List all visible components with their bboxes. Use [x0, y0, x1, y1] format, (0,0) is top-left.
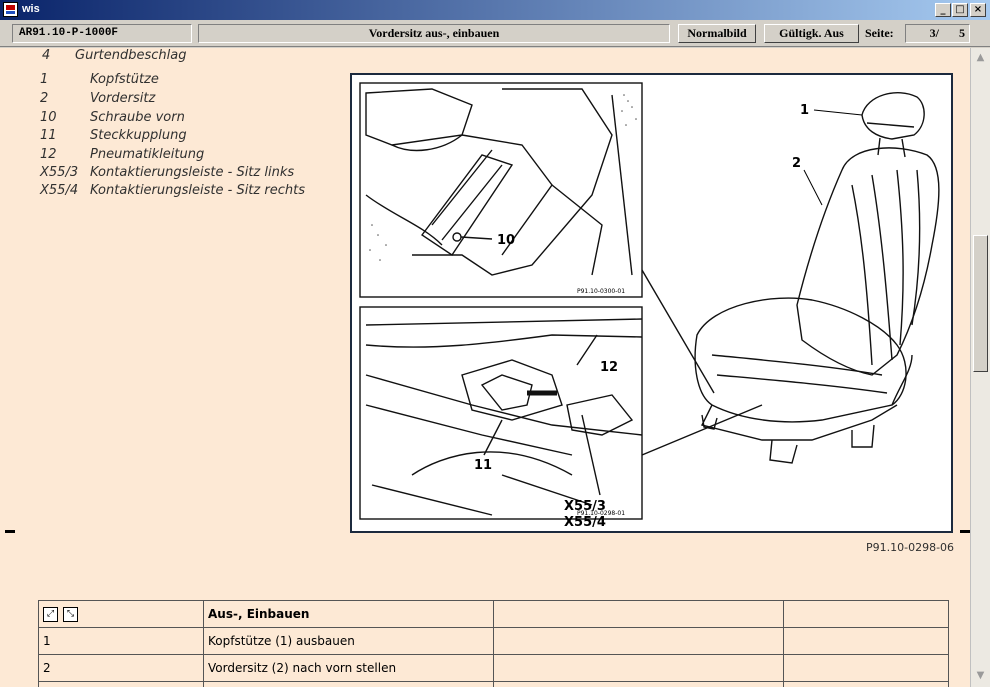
- page-current: 3/: [929, 26, 939, 40]
- seat-cushion-outline: [694, 297, 907, 423]
- document-title: Vordersitz aus-, einbauen: [198, 24, 670, 43]
- document-toolbar: AR91.10-P-1000F Vordersitz aus-, einbaue…: [0, 20, 990, 47]
- step-text: Vordersitz (2) nach vorn stellen: [203, 654, 494, 682]
- maximize-button[interactable]: □: [952, 3, 968, 17]
- legend-number: X55/3: [40, 165, 79, 180]
- document-code: AR91.10-P-1000F: [12, 24, 192, 43]
- legend-text: Pneumatikleitung: [90, 147, 205, 162]
- legend-number: 12: [40, 147, 57, 162]
- legend-text: Kontaktierungsleiste - Sitz links: [90, 165, 295, 180]
- seat-drawing: 1 2 10 11 12 X55/3 X55/4 P91.10-0300-01 …: [359, 82, 940, 530]
- step-empty: [493, 681, 784, 687]
- scroll-down-arrow-icon[interactable]: ▼: [973, 668, 988, 683]
- step-empty: [203, 681, 494, 687]
- steps-table: ⤢ ⤡ Aus-, Einbauen 1 Kopfstütze (1) ausba…: [38, 600, 949, 687]
- legend-text: Schraube vorn: [90, 110, 185, 125]
- legend-text: Steckkupplung: [90, 128, 187, 143]
- step-empty: [783, 654, 949, 682]
- legend-number: 4: [42, 48, 51, 63]
- legend-number: 1: [40, 72, 49, 87]
- page-total: 5: [959, 26, 965, 40]
- legend-number: 10: [40, 110, 57, 125]
- minimize-button[interactable]: _: [935, 3, 951, 17]
- callout-12: 12: [600, 360, 618, 375]
- step-empty: [493, 627, 784, 655]
- step-empty: [783, 627, 949, 655]
- gueltigkeit-button[interactable]: Gültigk. Aus: [764, 24, 859, 43]
- legend-text: Kontaktierungsleiste - Sitz rechts: [90, 183, 305, 198]
- step-empty: [38, 681, 204, 687]
- seat-illustration: 1 2 10 11 12 X55/3 X55/4 P91.10-0300-01 …: [350, 73, 953, 533]
- scroll-up-arrow-icon[interactable]: ▲: [973, 50, 988, 65]
- scrollbar-thumb[interactable]: [973, 235, 988, 372]
- vertical-scrollbar[interactable]: ▲ ▼: [970, 48, 990, 687]
- legend-number: 2: [40, 91, 49, 106]
- normalbild-button[interactable]: Normalbild: [678, 24, 756, 43]
- table-row: 1 Kopfstütze (1) ausbauen: [38, 627, 949, 655]
- callout-1: 1: [800, 103, 809, 118]
- expand-all-icon[interactable]: ⤢: [43, 606, 58, 622]
- legend-text: Gurtendbeschlag: [75, 48, 187, 63]
- page-indicator: 3/ 5: [905, 24, 970, 43]
- step-number: 2: [38, 654, 204, 682]
- step-text: Kopfstütze (1) ausbauen: [203, 627, 494, 655]
- step-number: 1: [38, 627, 204, 655]
- window-title: wis: [22, 3, 40, 15]
- detail-bottom-code: P91.10-0298-01: [577, 510, 625, 517]
- document-content: 4 Gurtendbeschlag 1 Kopfstütze 2 Vordersit…: [0, 48, 970, 687]
- margin-marker-left: [5, 530, 15, 533]
- title-bar: wis _ □ ×: [0, 0, 990, 20]
- step-empty: [783, 681, 949, 687]
- table-header-icons: ⤢ ⤡: [38, 600, 204, 628]
- callout-2: 2: [792, 156, 801, 171]
- margin-marker-right: [960, 530, 970, 533]
- legend-number: X55/4: [40, 183, 79, 198]
- callout-10: 10: [497, 233, 515, 248]
- table-header-empty: [783, 600, 949, 628]
- callout-11: 11: [474, 458, 492, 473]
- headrest-outline: [861, 92, 925, 140]
- callout-x55-4: X55/4: [564, 515, 606, 530]
- detail-bottom-frame: [359, 306, 643, 520]
- detail-top-code: P91.10-0300-01: [577, 288, 625, 295]
- legend-item-top: 4 Gurtendbeschlag: [42, 48, 186, 63]
- step-empty: [493, 654, 784, 682]
- table-header-row: ⤢ ⤡ Aus-, Einbauen: [38, 600, 949, 628]
- table-row: [38, 681, 949, 687]
- legend-text: Vordersitz: [90, 91, 156, 106]
- app-icon: [3, 2, 18, 17]
- table-row: 2 Vordersitz (2) nach vorn stellen: [38, 654, 949, 682]
- table-header-empty: [493, 600, 784, 628]
- figure-caption: P91.10-0298-06: [866, 541, 955, 554]
- table-header-title: Aus-, Einbauen: [203, 600, 494, 628]
- collapse-all-icon[interactable]: ⤡: [63, 606, 78, 622]
- page-label: Seite:: [865, 26, 894, 40]
- legend-number: 11: [40, 128, 57, 143]
- legend-text: Kopfstütze: [90, 72, 159, 87]
- close-button[interactable]: ×: [970, 3, 986, 17]
